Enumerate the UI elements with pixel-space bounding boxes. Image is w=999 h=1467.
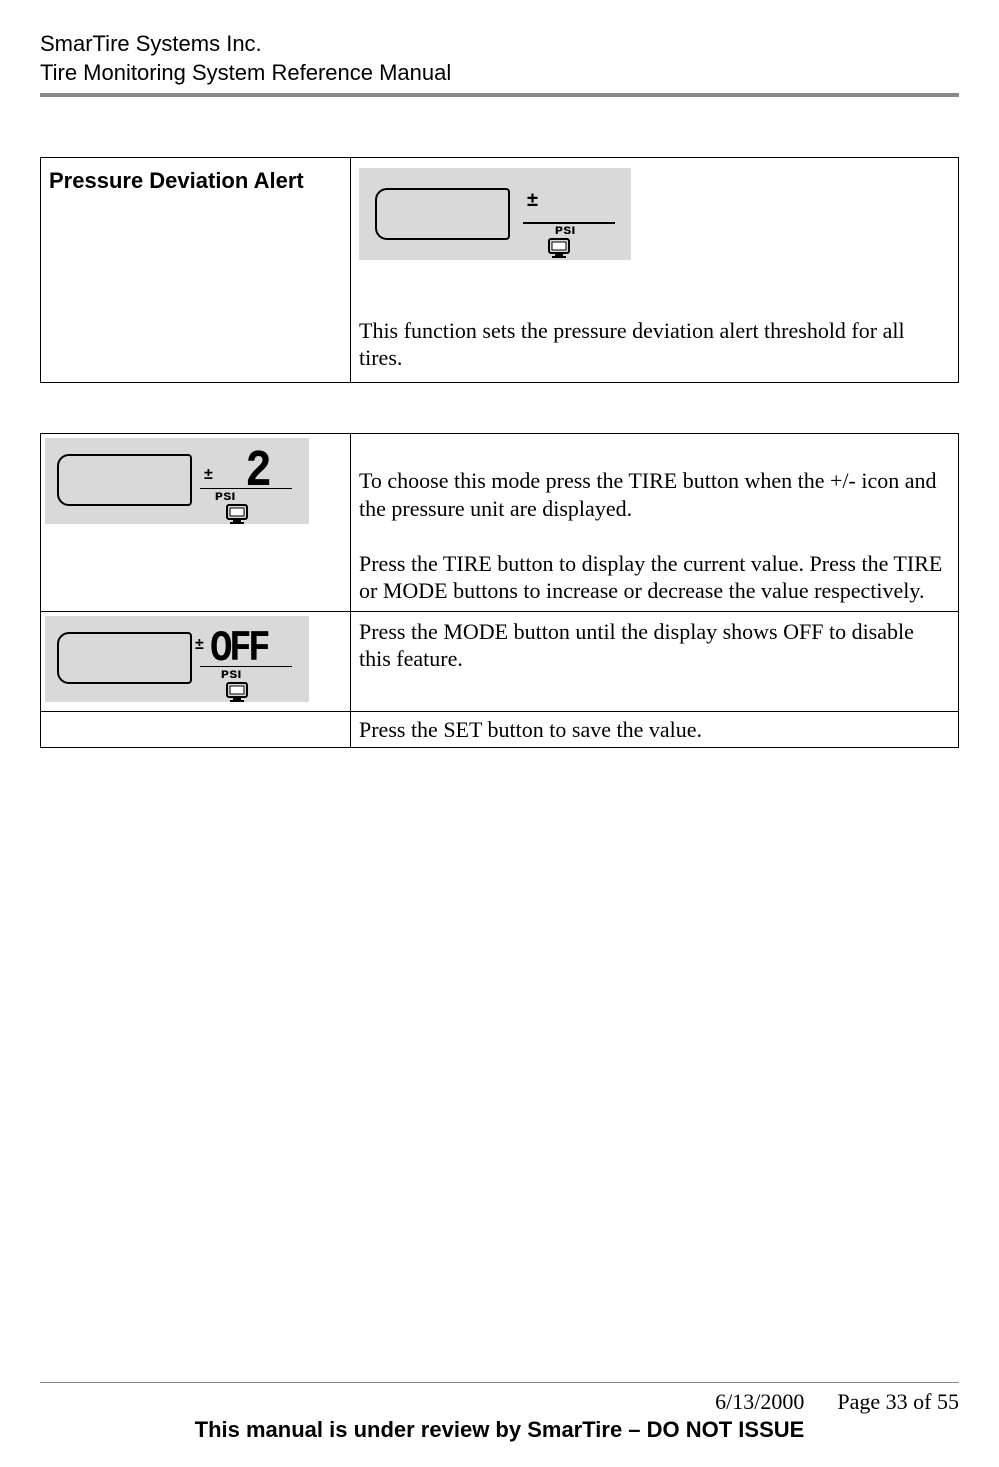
lcd-frame: [57, 454, 192, 506]
psi-label: PSI: [221, 669, 242, 681]
lcd-line: [523, 222, 615, 224]
doc-header: SmarTire Systems Inc. Tire Monitoring Sy…: [40, 30, 959, 87]
footer-note: This manual is under review by SmarTire …: [40, 1417, 959, 1443]
section1-desc: This function sets the pressure deviatio…: [359, 318, 905, 371]
lcd-line: [200, 666, 292, 668]
psi-label: PSI: [555, 225, 576, 239]
plus-minus-icon: ±: [195, 636, 204, 654]
lcd-frame: [375, 188, 510, 240]
row3-text: Press the SET button to save the value.: [359, 717, 702, 742]
section-pressure-deviation: Pressure Deviation Alert ± PSI: [40, 157, 959, 383]
row1-text: To choose this mode press the TIRE butto…: [359, 468, 942, 603]
lcd-line: [200, 488, 292, 490]
plus-minus-icon: ±: [527, 188, 538, 213]
feature-title: Pressure Deviation Alert: [49, 168, 342, 194]
footer-date: 6/13/2000: [715, 1389, 804, 1414]
row2-text: Press the MODE button until the display …: [359, 619, 914, 672]
monitor-icon: [547, 238, 573, 260]
company-name: SmarTire Systems Inc.: [40, 30, 959, 59]
header-rule: [40, 93, 959, 97]
lcd-display-2: ± 2 PSI: [45, 438, 309, 524]
section-instructions: ± 2 PSI To choose this mode press the TI…: [40, 433, 959, 749]
doc-subtitle: Tire Monitoring System Reference Manual: [40, 59, 959, 88]
plus-minus-icon: ±: [204, 466, 213, 484]
footer-rule: [40, 1382, 959, 1384]
monitor-icon: [225, 504, 251, 526]
doc-footer: 6/13/2000 Page 33 of 55 This manual is u…: [40, 1382, 959, 1444]
footer-page: Page 33 of 55: [837, 1389, 959, 1414]
lcd-frame: [57, 632, 192, 684]
lcd-value: 2: [245, 442, 270, 501]
psi-label: PSI: [215, 491, 236, 503]
monitor-icon: [225, 682, 251, 704]
lcd-display-3: ± OFF PSI: [45, 616, 309, 702]
lcd-display-1: ± PSI: [359, 168, 631, 260]
